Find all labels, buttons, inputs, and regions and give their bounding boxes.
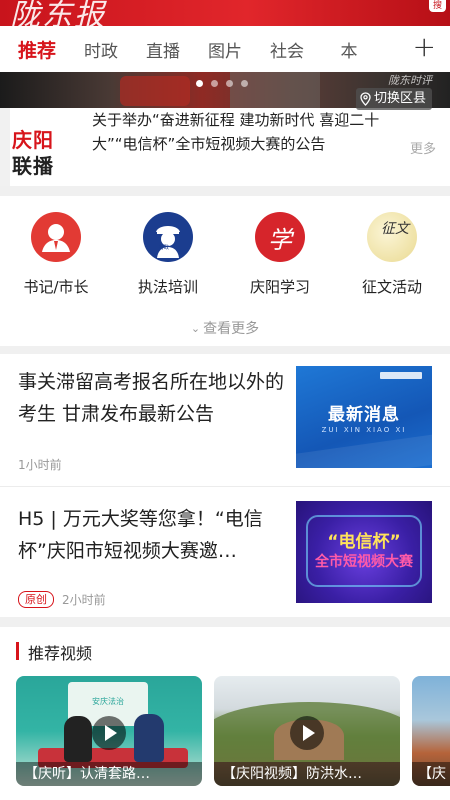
chevron-down-icon: ⌄ [190, 322, 201, 335]
announcement-title[interactable]: 关于举办“奋进新征程 建功新时代 喜迎二十大”“电信杯”全市短视频大赛的公告 [92, 108, 402, 156]
shortcut-study[interactable]: 学 庆阳学习 [224, 212, 336, 297]
app-logo: 陇东报 [10, 0, 106, 26]
police-officer-icon: 行政 [143, 212, 193, 262]
carousel-dot[interactable] [211, 80, 218, 87]
logo-line-2: 联播 [12, 154, 54, 178]
shortcut-label: 书记/市长 [23, 278, 89, 296]
tab-pictures[interactable]: 图片 [194, 37, 256, 62]
essay-contest-icon: 征文 [367, 212, 417, 262]
tab-fade [376, 26, 406, 72]
thumb-stripe [296, 431, 432, 468]
thumb-subtitle: 全市短视频大赛 [315, 554, 413, 570]
section-gap [0, 617, 450, 627]
thumb-title: “电信杯” [327, 532, 401, 552]
shortcut-label: 庆阳学习 [249, 278, 310, 296]
news-item[interactable]: H5 | 万元大奖等您拿！“电信杯”庆阳市短视频大赛邀… 原创 2小时前 “电信… [0, 487, 450, 617]
switch-county-button[interactable]: 切换区县 [355, 88, 432, 110]
recommended-videos-header: 推荐视频 [0, 634, 450, 670]
location-pin-icon [360, 92, 371, 106]
host-figure [64, 716, 92, 762]
tab-live[interactable]: 直播 [132, 37, 194, 62]
top-banner: 陇东报 搜 [0, 0, 450, 26]
video-caption: 【庆听】认清套路… [16, 762, 202, 786]
news-meta: 1小时前 [18, 456, 62, 473]
announcement-card[interactable]: 庆阳 联播 关于举办“奋进新征程 建功新时代 喜迎二十大”“电信杯”全市短视频大… [0, 108, 450, 186]
channel-tabs: 推荐 时政 直播 图片 社会 本 + [0, 26, 450, 72]
play-icon[interactable] [290, 716, 324, 750]
carousel-dot[interactable] [226, 80, 233, 87]
logo-line-1: 庆阳 [12, 128, 54, 152]
section-title: 推荐视频 [28, 644, 93, 663]
essay-glyph: 征文 [381, 221, 409, 237]
carousel-dots [196, 80, 248, 87]
see-more-button[interactable]: ⌄ 查看更多 [0, 318, 450, 338]
carousel-overlay-text: 陇东时评 [388, 74, 432, 87]
qingyang-news-logo: 庆阳 联播 [12, 124, 74, 180]
carousel-image [120, 76, 190, 106]
tab-local[interactable]: 本 [318, 37, 380, 62]
study-glyph: 学 [268, 226, 292, 254]
section-gap [0, 346, 450, 354]
carousel-image-shade [230, 72, 320, 108]
shortcut-essay[interactable]: 征文 征文活动 [336, 212, 448, 297]
section-marker [16, 642, 19, 660]
tab-society[interactable]: 社会 [256, 37, 318, 62]
news-time: 1小时前 [18, 458, 62, 472]
shortcut-grid: 书记/市长 行政 执法培训 学 庆阳学习 征文 征文活动 ⌄ 查看更多 [0, 196, 450, 346]
news-item[interactable]: 事关滞留高考报名所在地以外的考生 甘肃发布最新公告 1小时前 最新消息 ZUI … [0, 354, 450, 486]
thumb-header-strip [380, 372, 422, 379]
carousel-dot[interactable] [241, 80, 248, 87]
news-thumbnail[interactable]: “电信杯” 全市短视频大赛 [296, 501, 432, 603]
shortcut-official[interactable]: 书记/市长 [0, 212, 112, 297]
official-portrait-icon [31, 212, 81, 262]
carousel-dot[interactable] [196, 80, 203, 87]
study-icon: 学 [255, 212, 305, 262]
thumb-title: 最新消息 [328, 405, 400, 425]
video-card[interactable]: 安庆法治 【庆听】认清套路… [16, 676, 202, 786]
play-icon[interactable] [92, 716, 126, 750]
news-title[interactable]: 事关滞留高考报名所在地以外的考生 甘肃发布最新公告 [18, 366, 286, 430]
guest-figure [134, 714, 164, 762]
video-list: 安庆法治 【庆听】认清套路… 【庆阳视频】防洪水… 【庆 [0, 676, 450, 800]
news-meta: 原创 2小时前 [18, 591, 106, 608]
section-gap [0, 186, 450, 196]
search-shortcut[interactable]: 搜 [428, 0, 446, 12]
news-thumbnail[interactable]: 最新消息 ZUI XIN XIAO XI [296, 366, 432, 468]
police-badge-text: 行政 [159, 245, 170, 251]
original-badge: 原创 [18, 591, 54, 608]
announcement-more-link[interactable]: 更多 [410, 138, 436, 157]
see-more-label: 查看更多 [203, 321, 260, 337]
tab-politics[interactable]: 时政 [70, 37, 132, 62]
studio-board-text: 安庆法治 [92, 697, 124, 706]
shortcut-label: 执法培训 [137, 278, 198, 296]
news-time: 2小时前 [62, 593, 106, 607]
shortcut-label: 征文活动 [361, 278, 422, 296]
switch-county-label: 切换区县 [373, 91, 426, 106]
tab-recommend[interactable]: 推荐 [0, 36, 70, 63]
news-title[interactable]: H5 | 万元大奖等您拿！“电信杯”庆阳市短视频大赛邀… [18, 503, 286, 567]
thumb-subtitle: ZUI XIN XIAO XI [321, 426, 407, 434]
video-caption: 【庆阳视频】防洪水… [214, 762, 400, 786]
video-caption: 【庆 [412, 762, 450, 786]
add-channel-icon[interactable]: + [413, 32, 436, 62]
shortcut-law-training[interactable]: 行政 执法培训 [112, 212, 224, 297]
card-edge [0, 108, 10, 186]
video-card[interactable]: 【庆 [412, 676, 450, 786]
video-card[interactable]: 【庆阳视频】防洪水… [214, 676, 400, 786]
